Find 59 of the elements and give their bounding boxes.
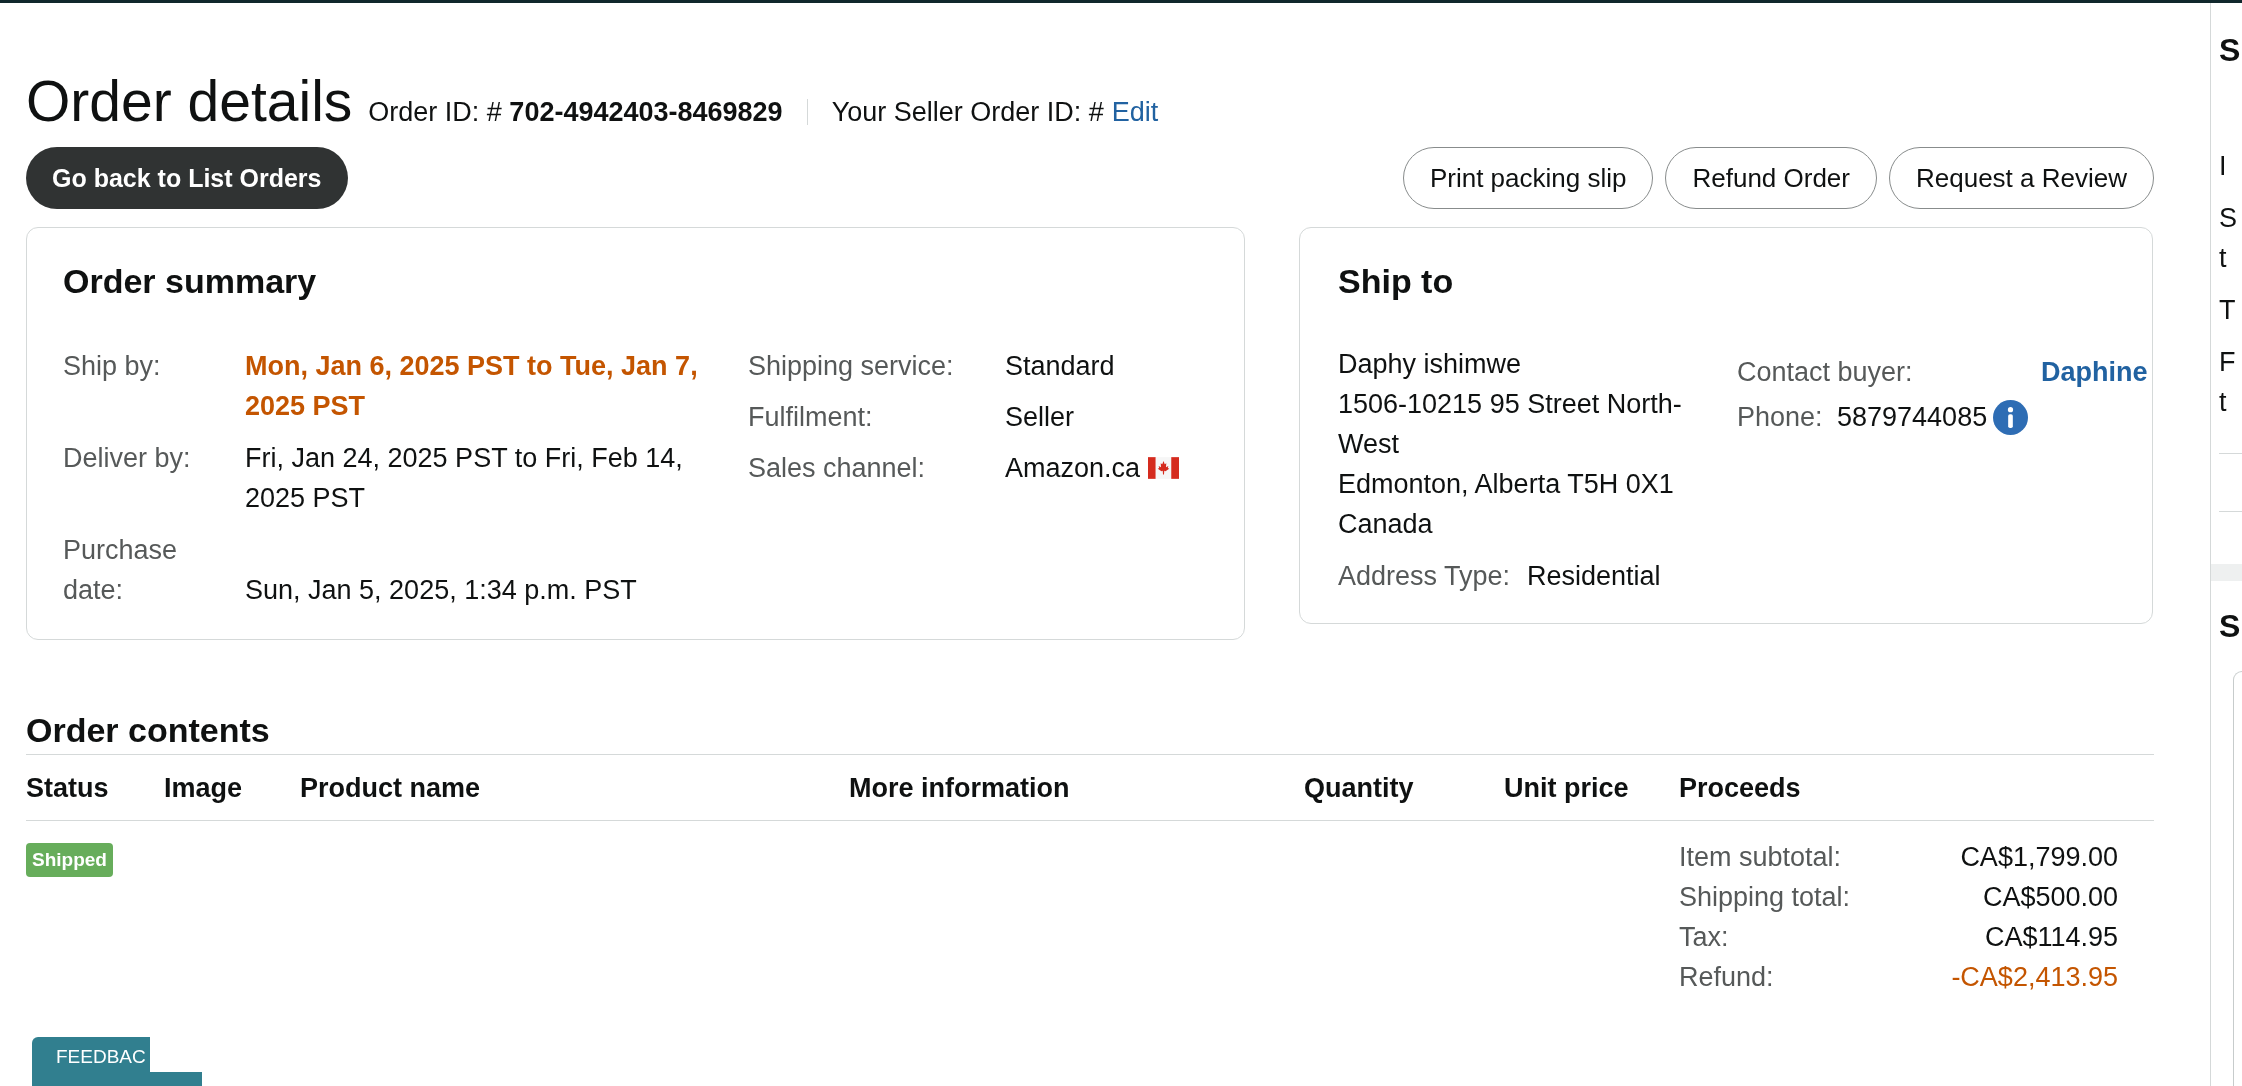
proceeds-value: CA$500.00 (1982, 881, 2118, 914)
column-header: More information (849, 772, 1070, 803)
proceeds-label: Refund: (1679, 961, 1774, 994)
panel-text: S (2219, 203, 2237, 233)
section-title: Order contents (26, 710, 271, 750)
proceeds-value: CA$114.95 (1984, 921, 2118, 954)
action-button[interactable]: Print packing slip (1402, 147, 1654, 209)
proceeds-value: CA$1,799.00 (1960, 841, 2118, 874)
column-header: Unit price (1504, 772, 1629, 803)
page-title: Order details (26, 73, 353, 130)
field-value: Mon, Jan 6, 2025 PST to Tue, Jan 7, 2025 PST (245, 351, 698, 421)
proceeds-label: Tax: (1679, 921, 1729, 954)
panel-heading: S (2219, 608, 2241, 644)
card-title: Ship to (1338, 261, 1455, 301)
column-header: Status (26, 772, 109, 803)
field-label: Fulfilment: (748, 402, 873, 432)
column-header: Quantity (1304, 772, 1414, 803)
column-header: Image (164, 772, 243, 803)
address-type-label: Address Type: (1338, 561, 1511, 591)
address-line: 1506-10215 95 Street North-West (1338, 389, 1682, 459)
phone-label: Phone: (1737, 402, 1823, 432)
back-button[interactable]: Go back to List Orders (26, 147, 348, 209)
contact-buyer-label: Contact buyer: (1737, 357, 1913, 387)
order-id: Order ID: # 702-4942403-8469829 (368, 97, 783, 127)
phone-value: 5879744085 (1837, 401, 1988, 434)
column-header: Product name (300, 772, 481, 803)
field-value: Seller (1005, 401, 1075, 434)
address-line: Daphy ishimwe (1338, 349, 1522, 379)
panel-text: I (2219, 151, 2227, 181)
field-value: Fri, Jan 24, 2025 PST to Fri, Feb 14, 2025 PST (245, 443, 683, 513)
action-button[interactable]: Request a Review (1889, 147, 2154, 209)
edit-link[interactable]: Edit (1111, 97, 1159, 127)
field-label: Sales channel: (748, 453, 926, 483)
field-value: Sun, Jan 5, 2025, 1:34 p.m. PST (245, 575, 637, 605)
panel-text: F (2219, 347, 2236, 377)
address-line: Edmonton, Alberta T5H 0X1 (1338, 469, 1674, 499)
field-label: Deliver by: (63, 443, 191, 473)
address-type-value: Residential (1527, 560, 1661, 593)
field-label: Ship by: (63, 351, 161, 381)
status-badge: Shipped (26, 843, 113, 877)
proceeds-label: Item subtotal: (1679, 841, 1842, 874)
field-value: Standard (1005, 350, 1115, 383)
card-title: Order summary (63, 261, 318, 301)
proceeds-value: -CA$2,413.95 (1951, 961, 2118, 994)
field-label: Purchase date: (63, 535, 178, 605)
panel-heading: S (2219, 32, 2241, 68)
section-separator (2211, 564, 2242, 581)
panel-text: t (2219, 243, 2227, 273)
panel-text: t (2219, 387, 2227, 417)
proceeds-label: Shipping total: (1679, 881, 1851, 914)
field-value: Amazon.ca (1005, 452, 1141, 485)
action-button[interactable]: Refund Order (1665, 147, 1877, 209)
address-line: Canada (1338, 509, 1433, 539)
info-icon[interactable] (1993, 399, 2029, 435)
seller-order-id-label: Your Seller Order ID: # (831, 97, 1104, 127)
field-label: Shipping service: (748, 351, 954, 381)
column-header: Proceeds (1679, 772, 1801, 803)
panel-text: T (2219, 295, 2236, 325)
buyer-name-link[interactable]: Daphine (2041, 352, 2148, 392)
